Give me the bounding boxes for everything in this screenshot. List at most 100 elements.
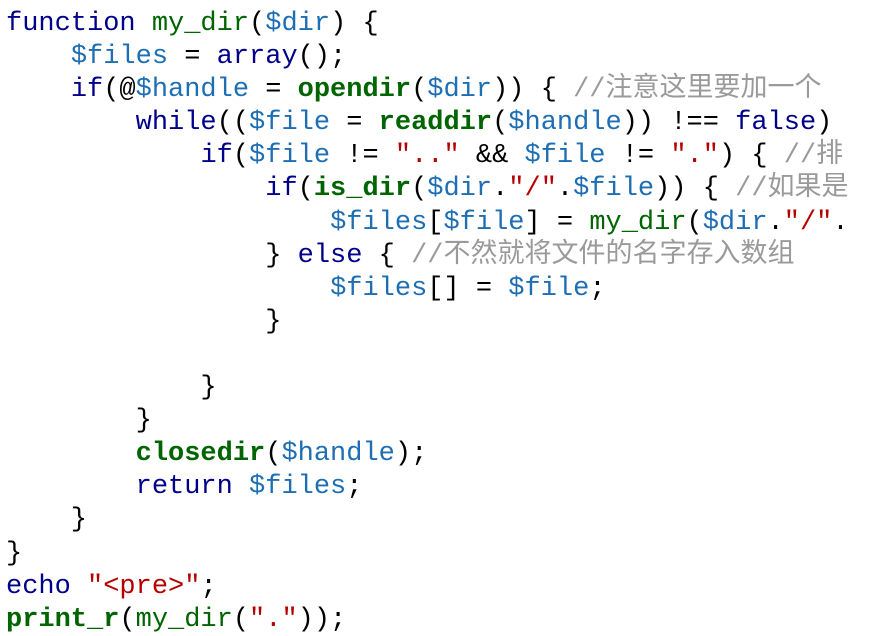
- code-text: (: [232, 141, 250, 172]
- function-name-token: my_dir: [589, 207, 687, 238]
- variable-token: $dir: [427, 174, 493, 205]
- code-text: ): [816, 108, 849, 139]
- code-text: (: [686, 207, 703, 238]
- code-line: function my_dir($dir) {: [6, 8, 880, 41]
- keyword-token: if: [265, 174, 298, 205]
- code-text: (: [297, 174, 314, 205]
- code-text: .: [556, 174, 574, 205]
- code-text: [: [427, 207, 444, 238]
- variable-token: $dir: [427, 75, 493, 106]
- code-text: !=: [605, 141, 671, 172]
- keyword-token: if: [70, 75, 104, 106]
- code-text: )) {: [492, 75, 574, 106]
- code-line: }: [6, 372, 880, 405]
- code-line: $files[] = $file;: [6, 273, 880, 306]
- code-text: &&: [459, 141, 525, 172]
- comment-token: //排: [783, 141, 844, 172]
- code-text: ((: [216, 108, 250, 139]
- code-text: ) {: [330, 9, 379, 39]
- variable-token: $files: [330, 207, 428, 238]
- keyword-token: while: [135, 108, 217, 139]
- code-text: .: [492, 174, 509, 205]
- code-line: while(($file = readdir($handle)) !== fal…: [6, 107, 880, 140]
- function-name-token: my_dir: [135, 604, 233, 635]
- code-text: }: [6, 240, 298, 271]
- code-text: );: [394, 439, 428, 470]
- code-text: .: [767, 207, 784, 238]
- builtin-function-token: opendir: [297, 75, 412, 106]
- code-text: !=: [330, 141, 395, 172]
- keyword-token: if: [200, 141, 233, 172]
- string-literal-token: "<pre>": [87, 571, 201, 602]
- code-text: ;: [346, 472, 363, 503]
- string-literal-token: ".": [249, 604, 298, 635]
- variable-token: $file: [573, 174, 655, 205]
- code-text: )) {: [654, 174, 736, 205]
- code-line: }: [6, 504, 880, 537]
- string-literal-token: "/": [508, 174, 557, 205]
- code-line: return $files;: [6, 471, 880, 504]
- code-text: }: [6, 406, 152, 437]
- builtin-function-token: print_r: [6, 604, 120, 635]
- code-text: }: [6, 306, 282, 337]
- code-line: $files[$file] = my_dir($dir."/".: [6, 207, 880, 240]
- code-line: echo "<pre>";: [6, 571, 880, 604]
- code-text: )) !==: [621, 108, 736, 139]
- code-text: (: [119, 604, 136, 635]
- code-line: if(is_dir($dir."/".$file)) { //如果是: [6, 173, 880, 206]
- keyword-token: function: [6, 9, 136, 39]
- code-line: } else { //不然就将文件的名字存入数组: [6, 240, 880, 273]
- string-literal-token: "/": [783, 207, 833, 238]
- builtin-function-token: is_dir: [313, 174, 412, 205]
- variable-token: $file: [249, 141, 331, 172]
- variable-token: $file: [443, 207, 525, 238]
- keyword-token: return: [135, 472, 233, 503]
- code-text: }: [6, 538, 23, 569]
- comment-token: //不然就将文件的名字存入数组: [411, 240, 795, 271]
- code-text: ));: [297, 604, 347, 635]
- code-text: (: [492, 108, 509, 139]
- code-editor-view[interactable]: function my_dir($dir) { $files = array()…: [6, 8, 880, 636]
- comment-token: //注意这里要加一个: [573, 75, 822, 106]
- function-name-token: my_dir: [151, 9, 250, 39]
- code-text: (: [411, 174, 428, 205]
- code-text: [] =: [427, 273, 509, 304]
- keyword-token: array: [216, 42, 298, 73]
- code-line: }: [6, 405, 880, 438]
- code-text: ;: [589, 273, 606, 304]
- string-literal-token: "..": [394, 141, 460, 172]
- code-text: ();: [297, 42, 347, 73]
- code-line: }: [6, 538, 880, 571]
- code-text: }: [6, 505, 88, 536]
- code-text: =: [330, 108, 379, 139]
- keyword-token: false: [735, 108, 817, 139]
- variable-token: $handle: [281, 439, 395, 470]
- code-line: if($file != ".." && $file != ".") { //排: [6, 140, 880, 173]
- code-text: (: [411, 75, 428, 106]
- variable-token: $file: [508, 273, 590, 304]
- variable-token: $handle: [508, 108, 622, 139]
- variable-token: $dir: [265, 9, 331, 39]
- code-text: (: [265, 439, 282, 470]
- code-text: ;: [200, 571, 217, 602]
- variable-token: $file: [524, 141, 606, 172]
- variable-token: $file: [249, 108, 331, 139]
- code-line: print_r(my_dir("."));: [6, 604, 880, 636]
- code-text: {: [362, 240, 412, 271]
- variable-token: $files: [330, 273, 428, 304]
- keyword-token: else: [297, 240, 363, 271]
- variable-token: $handle: [135, 75, 250, 106]
- code-text: }: [6, 373, 217, 404]
- code-line: if(@$handle = opendir($dir)) { //注意这里要加一…: [6, 74, 880, 107]
